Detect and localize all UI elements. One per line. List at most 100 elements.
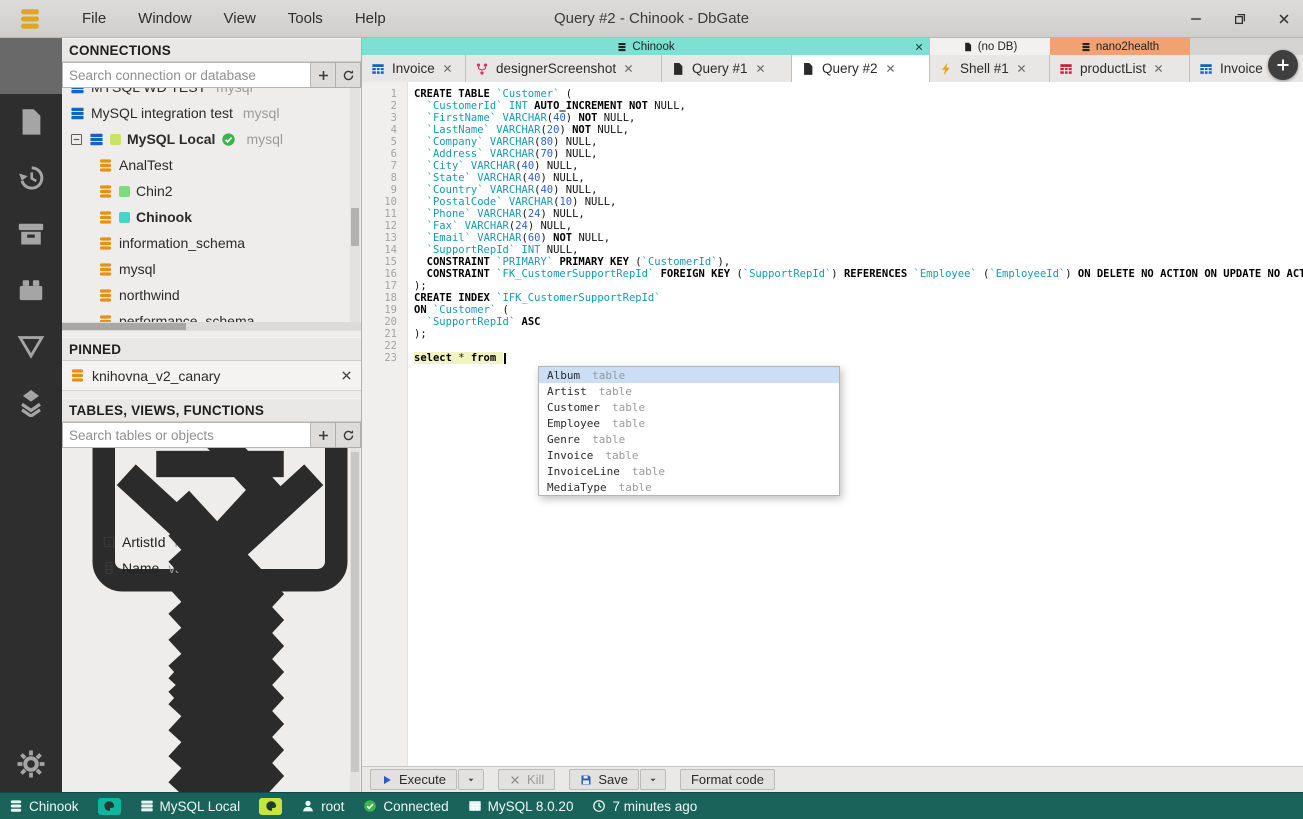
status-connection-color[interactable] [97,797,121,815]
tab-label: Query #1 [692,61,748,76]
menu-file[interactable]: File [70,4,118,33]
close-icon [509,774,521,786]
autocomplete-item-invoiceline[interactable]: InvoiceLine table [539,463,839,479]
autocomplete-item-album[interactable]: Album table [539,367,839,383]
tab-shell-1[interactable]: Shell #1 [930,55,1050,82]
menu-window[interactable]: Window [126,4,203,33]
tab-label: designerScreenshot [496,61,617,76]
status-connection[interactable]: MySQL Local [140,799,240,814]
add-table-button[interactable] [311,422,336,448]
chevron-right-icon[interactable] [70,626,361,792]
autocomplete-item-customer[interactable]: Customer table [539,399,839,415]
refresh-connections-button[interactable] [336,62,361,88]
table-search-input[interactable] [62,422,311,448]
plus-icon [317,429,330,442]
activity-layers-button[interactable] [0,374,62,430]
save-dropdown-button[interactable] [639,769,666,790]
tab-designerscreenshot[interactable]: designerScreenshot [466,55,662,82]
close-tab-icon[interactable] [885,63,896,74]
new-tab-button[interactable] [1268,50,1298,80]
status-database-color[interactable] [259,797,283,815]
collapse-icon[interactable] [70,133,83,146]
kill-button[interactable]: Kill [497,769,556,790]
connection-label: performance_schema [119,313,255,322]
activity-history-button[interactable] [0,150,62,206]
autocomplete-kind: table [611,416,646,430]
color-badge [119,185,130,197]
autocomplete-item-mediatype[interactable]: MediaType table [539,479,839,495]
code-line-6: `Address` VARCHAR(70) NULL, [426,148,598,160]
save-button[interactable]: Save [569,769,639,790]
tab-productlist[interactable]: productList [1050,55,1190,82]
connection-item-mysql[interactable]: mysql [62,256,361,282]
close-group-icon[interactable] [914,42,924,52]
status-label: root [321,798,345,814]
menu-help[interactable]: Help [343,4,398,33]
file-icon [671,62,685,76]
code-line-12: `Fax` VARCHAR(24) NULL, [426,220,573,232]
unpin-close-icon[interactable] [340,369,353,382]
menu-view[interactable]: View [212,4,268,33]
autocomplete-name: Customer [547,400,600,414]
autocomplete-name: Genre [547,432,581,446]
activity-database-button[interactable] [0,38,62,94]
activity-filter-triangle-button[interactable] [0,318,62,374]
activity-settings-button[interactable] [0,736,62,792]
execute-button[interactable]: Execute [370,769,457,790]
sql-editor[interactable]: 1 2 3 4 5 6 7 8 9 10 11 12 13 14 15 16 17 18 19 20 21 22 23 CR… [362,82,1303,766]
connection-item-mysql-local[interactable]: MySQL Local mysql [62,126,361,152]
connections-scrollbar[interactable] [350,88,360,322]
minimize-button[interactable] [1187,10,1205,28]
connection-item-analtest[interactable]: AnalTest [62,152,361,178]
autocomplete-item-genre[interactable]: Genre table [539,431,839,447]
status-database[interactable]: Chinook [9,799,79,814]
connection-item-information-schema[interactable]: information_schema [62,230,361,256]
database-icon [98,288,113,303]
connections-list: MYSQL WD TESTmysqlMySQL integration test… [62,88,361,322]
add-connection-button[interactable] [311,62,336,88]
tables-scrollbar[interactable] [350,448,360,792]
palette-badge [259,797,283,815]
pinned-item[interactable]: knihovna_v2_canary [62,361,361,391]
tab-query-1[interactable]: Query #1 [662,55,792,82]
close-tab-icon[interactable] [442,63,453,74]
connection-item-northwind[interactable]: northwind [62,282,361,308]
restore-button[interactable] [1231,10,1249,28]
connection-search-input[interactable] [62,62,311,88]
line-number: 16 [384,268,397,280]
code-line-9: `Country` VARCHAR(40) NULL, [426,184,598,196]
connections-hscrollbar[interactable] [62,322,361,331]
close-tab-icon[interactable] [623,63,634,74]
tab-query-2[interactable]: Query #2 [792,55,930,82]
person-icon [301,799,315,813]
tables-tree: Tables (11)Album347 rowsArtist275 rows1A… [62,448,361,792]
autocomplete-popup: Album table Artist table Customer table Employ… [538,366,840,496]
autocomplete-item-invoice[interactable]: Invoice table [539,447,839,463]
format-code-button[interactable]: Format code [679,769,775,790]
autocomplete-item-artist[interactable]: Artist table [539,383,839,399]
editor-code[interactable]: CREATE TABLE `Customer` ( `CustomerId` I… [408,82,1303,766]
database-icon [1081,42,1091,52]
close-window-button[interactable] [1275,10,1293,28]
activity-archive-button[interactable] [0,206,62,262]
autocomplete-item-employee[interactable]: Employee table [539,415,839,431]
menu-tools[interactable]: Tools [276,4,335,33]
close-tab-icon[interactable] [1016,63,1027,74]
connection-item-chin2[interactable]: Chin2 [62,178,361,204]
engine-suffix: mysql [216,88,253,95]
close-tab-icon[interactable] [1153,63,1164,74]
db-flat-icon [9,799,23,813]
activity-plugins-button[interactable] [0,262,62,318]
table-item-playlisttrack[interactable]: PlaylistTrack7,994 rows [62,672,361,792]
execute-dropdown-button[interactable] [457,769,484,790]
connection-item-mysql-wd-test[interactable]: MYSQL WD TEST mysql [62,88,361,100]
line-number: 22 [384,340,397,352]
connection-item-mysql-integration-test[interactable]: MySQL integration test mysql [62,100,361,126]
refresh-tables-button[interactable] [336,422,361,448]
line-number: 21 [384,328,397,340]
close-tab-icon[interactable] [755,63,766,74]
connection-item-performance-schema[interactable]: performance_schema [62,308,361,322]
activity-file-button[interactable] [0,94,62,150]
connection-item-chinook[interactable]: Chinook [62,204,361,230]
tab-invoice[interactable]: Invoice [362,55,466,82]
